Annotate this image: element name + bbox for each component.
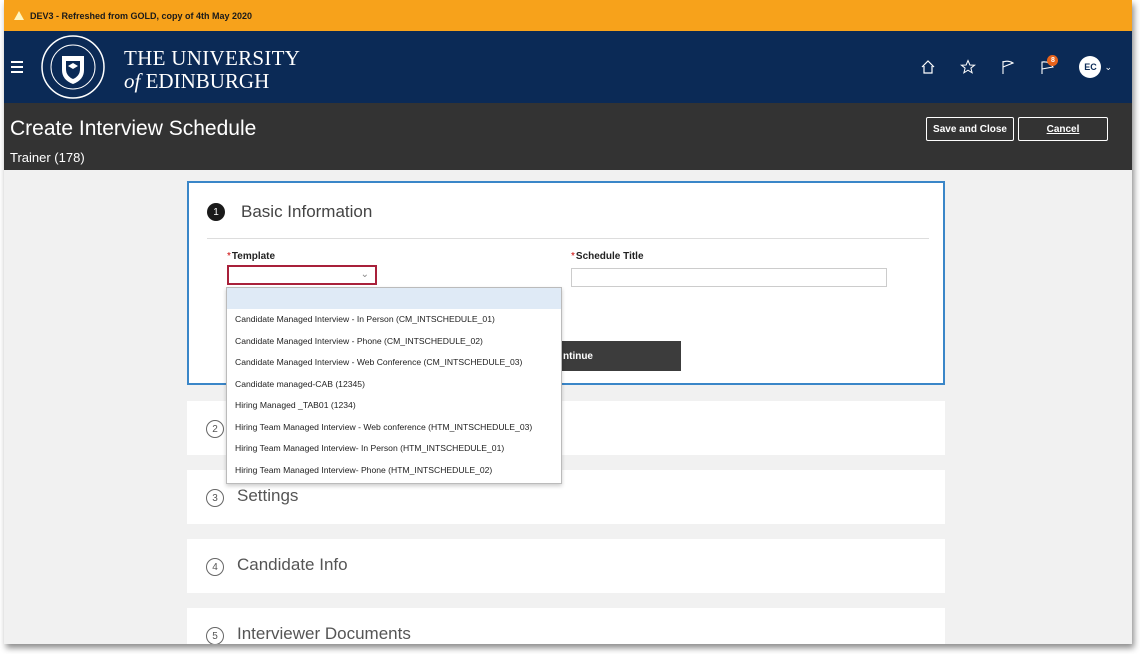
step-number-1: 1 (207, 203, 225, 221)
user-menu[interactable]: EC ⌄ (1079, 56, 1112, 78)
university-crest-logo[interactable] (40, 34, 106, 100)
step-number-4: 4 (206, 558, 224, 576)
home-icon[interactable] (919, 58, 937, 76)
chevron-down-icon[interactable]: ⌄ (1104, 62, 1112, 73)
list-item[interactable]: Hiring Team Managed Interview- Phone (HT… (227, 460, 561, 482)
brand-of: of (124, 69, 141, 93)
app-window: DEV3 - Refreshed from GOLD, copy of 4th … (4, 0, 1132, 644)
brand-line-1: THE UNIVERSITY (124, 46, 301, 70)
list-item[interactable]: Hiring Managed _TAB01 (1234) (227, 395, 561, 417)
step-title-candidate-info: Candidate Info (237, 555, 348, 574)
star-icon[interactable] (959, 58, 977, 76)
step-number-2: 2 (206, 420, 224, 438)
menu-icon[interactable] (11, 61, 23, 76)
page-title-bar: Create Interview Schedule Trainer (178) … (4, 103, 1132, 170)
required-marker: * (227, 251, 231, 262)
required-marker: * (571, 251, 575, 262)
page-title: Create Interview Schedule (10, 117, 257, 140)
dropdown-empty-option[interactable] (227, 288, 561, 309)
step-title-settings: Settings (237, 486, 299, 505)
brand-line-2: of EDINBURGH (124, 69, 269, 94)
list-item[interactable]: Hiring Team Managed Interview- In Person… (227, 438, 561, 460)
brand-edinburgh: EDINBURGH (145, 69, 270, 93)
chevron-down-icon[interactable]: ⌄ (361, 269, 369, 280)
step-candidate-info[interactable]: 4 Candidate Info (187, 539, 945, 593)
cancel-button[interactable]: Cancel (1018, 117, 1108, 141)
step-title: Basic Information (241, 202, 373, 221)
list-item[interactable]: Hiring Team Managed Interview - Web conf… (227, 417, 561, 439)
template-select[interactable]: ⌄ (227, 265, 377, 285)
global-header: THE UNIVERSITY of EDINBURGH 8 EC ⌄ (4, 31, 1132, 103)
step-number-5: 5 (206, 627, 224, 644)
template-dropdown-list[interactable]: Candidate Managed Interview - In Person … (226, 287, 562, 484)
step-number-3: 3 (206, 489, 224, 507)
schedule-title-label: *Schedule Title (571, 251, 644, 262)
step-title-interviewer-documents: Interviewer Documents (237, 624, 411, 643)
list-item[interactable]: Candidate managed-CAB (12345) (227, 374, 561, 396)
schedule-title-input[interactable] (571, 268, 887, 287)
divider (207, 238, 929, 239)
flag-icon[interactable] (999, 58, 1017, 76)
environment-banner-text: DEV3 - Refreshed from GOLD, copy of 4th … (30, 10, 253, 21)
step-interviewer-documents[interactable]: 5 Interviewer Documents (187, 608, 945, 644)
notifications-icon[interactable]: 8 (1039, 55, 1059, 76)
save-and-close-button[interactable]: Save and Close (926, 117, 1014, 141)
template-label-text: Template (231, 251, 276, 262)
list-item[interactable]: Candidate Managed Interview - Phone (CM_… (227, 331, 561, 353)
warning-icon (14, 11, 24, 20)
template-label: *Template (227, 251, 275, 262)
list-item[interactable]: Candidate Managed Interview - Web Confer… (227, 352, 561, 374)
list-item[interactable]: Candidate Managed Interview - In Person … (227, 309, 561, 331)
page-subtitle: Trainer (178) (10, 150, 85, 165)
schedule-title-label-text: Schedule Title (575, 251, 644, 262)
continue-button-label: ntinue (563, 350, 593, 362)
header-icons: 8 EC ⌄ (919, 55, 1112, 78)
avatar[interactable]: EC (1079, 56, 1102, 78)
environment-banner: DEV3 - Refreshed from GOLD, copy of 4th … (4, 0, 1132, 31)
continue-button[interactable]: ntinue (557, 341, 681, 371)
